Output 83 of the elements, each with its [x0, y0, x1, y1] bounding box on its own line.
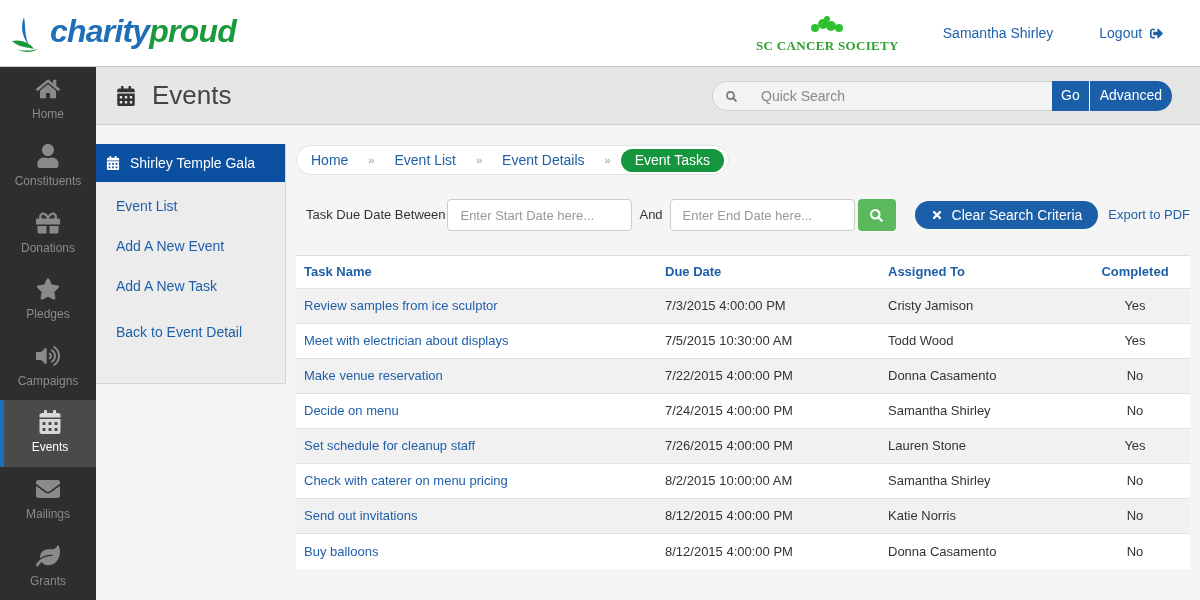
- table-cell: Katie Norris: [880, 498, 1080, 534]
- speaker-icon: [36, 343, 60, 368]
- export-pdf-link[interactable]: Export to PDF: [1108, 205, 1190, 225]
- table-cell: Lauren Stone: [880, 428, 1080, 464]
- start-date-field[interactable]: Enter Start Date here...: [447, 199, 633, 231]
- task-link[interactable]: Make venue reservation: [304, 368, 443, 384]
- search-icon: [726, 90, 737, 102]
- table-cell: 7/5/2015 10:30:00 AM: [657, 323, 880, 359]
- table-cell: No: [1080, 533, 1190, 569]
- breadcrumb-separator: »: [368, 152, 375, 168]
- table-cell: No: [1080, 393, 1190, 429]
- person-icon: [36, 143, 60, 168]
- task-link[interactable]: Decide on menu: [304, 403, 399, 419]
- side-link[interactable]: Add A New Event: [116, 236, 285, 257]
- nav-item[interactable]: Campaigns: [0, 333, 96, 401]
- table-cell: Yes: [1080, 428, 1190, 464]
- table-cell: Donna Casamento: [880, 533, 1080, 569]
- table-cell: Samantha Shirley: [880, 393, 1080, 429]
- table-cell: Todd Wood: [880, 323, 1080, 359]
- calendar-icon: [106, 156, 120, 170]
- nav-item[interactable]: Grants: [0, 533, 96, 600]
- breadcrumb-link[interactable]: Event List: [384, 149, 466, 171]
- go-button[interactable]: Go: [1052, 80, 1090, 111]
- logout-icon: [1150, 26, 1164, 40]
- breadcrumb-link[interactable]: Event Tasks: [620, 148, 724, 172]
- filter-label: Task Due Date Between: [306, 206, 446, 225]
- task-link[interactable]: Check with caterer on menu pricing: [304, 473, 508, 489]
- cross-icon: [930, 209, 943, 221]
- table-cell: 7/3/2015 4:00:00 PM: [657, 288, 880, 324]
- column-header[interactable]: Assigned To: [880, 255, 1080, 289]
- organization-name: SC CANCER SOCIETY: [756, 37, 899, 56]
- search-button[interactable]: [857, 199, 896, 231]
- table-cell: Samantha Shirley: [880, 463, 1080, 499]
- search-field[interactable]: Quick Search: [712, 80, 1053, 111]
- side-link[interactable]: Back to Event Detail: [116, 322, 285, 343]
- gift-icon: [36, 210, 60, 235]
- table-cell: 8/2/2015 10:00:00 AM: [657, 463, 880, 499]
- breadcrumb-link[interactable]: Event Details: [492, 149, 595, 171]
- column-header[interactable]: Task Name: [296, 255, 657, 289]
- column-header[interactable]: Due Date: [657, 255, 880, 289]
- table-cell: 7/22/2015 4:00:00 PM: [657, 358, 880, 394]
- task-link[interactable]: Review samples from ice sculptor: [304, 298, 498, 314]
- user-name-link[interactable]: Samantha Shirley: [942, 22, 1054, 44]
- logout-link[interactable]: Logout: [1099, 22, 1164, 44]
- calendar-icon: [116, 85, 136, 106]
- event-name: Shirley Temple Gala: [130, 153, 256, 173]
- nav-item[interactable]: Events: [0, 400, 96, 467]
- task-link[interactable]: Buy balloons: [304, 543, 379, 559]
- table-cell: 8/12/2015 4:00:00 PM: [657, 498, 880, 534]
- table-cell: No: [1080, 358, 1190, 394]
- nav-item[interactable]: Mailings: [0, 466, 96, 534]
- task-link[interactable]: Set schedule for cleanup staff: [304, 438, 476, 454]
- task-link[interactable]: Meet with electrician about displays: [304, 333, 509, 349]
- table-cell: Yes: [1080, 323, 1190, 359]
- table-cell: 7/24/2015 4:00:00 PM: [657, 393, 880, 429]
- nav-item[interactable]: Constituents: [0, 133, 96, 201]
- side-link[interactable]: Add A New Task: [116, 276, 285, 297]
- breadcrumb-separator: »: [604, 152, 611, 168]
- table-cell: No: [1080, 498, 1190, 534]
- table-cell: Yes: [1080, 288, 1190, 324]
- end-date-field[interactable]: Enter End Date here...: [669, 199, 855, 231]
- table-cell: Cristy Jamison: [880, 288, 1080, 324]
- logo-text: charityproud: [50, 15, 236, 47]
- search-icon: [870, 208, 884, 222]
- table-cell: Donna Casamento: [880, 358, 1080, 394]
- table-cell: No: [1080, 463, 1190, 499]
- and-label: And: [639, 206, 663, 225]
- nav-item[interactable]: Home: [0, 67, 96, 134]
- star-icon: [36, 277, 60, 302]
- breadcrumb-separator: »: [475, 152, 483, 168]
- leaf-icon: [36, 543, 60, 568]
- nav-item[interactable]: Donations: [0, 200, 96, 267]
- side-link[interactable]: Event List: [116, 196, 285, 217]
- table-cell: 7/26/2015 4:00:00 PM: [657, 428, 880, 464]
- nav-item[interactable]: Pledges: [0, 266, 96, 334]
- page-title: Events: [152, 79, 232, 112]
- calendar-icon: [38, 410, 62, 435]
- breadcrumb-link[interactable]: Home: [301, 149, 359, 171]
- clear-search-button[interactable]: Clear Search Criteria: [914, 201, 1099, 229]
- task-link[interactable]: Send out invitations: [304, 508, 418, 524]
- table-cell: 8/12/2015 4:00:00 PM: [657, 533, 880, 569]
- advanced-button[interactable]: Advanced: [1089, 80, 1172, 111]
- column-header[interactable]: Completed: [1080, 255, 1190, 289]
